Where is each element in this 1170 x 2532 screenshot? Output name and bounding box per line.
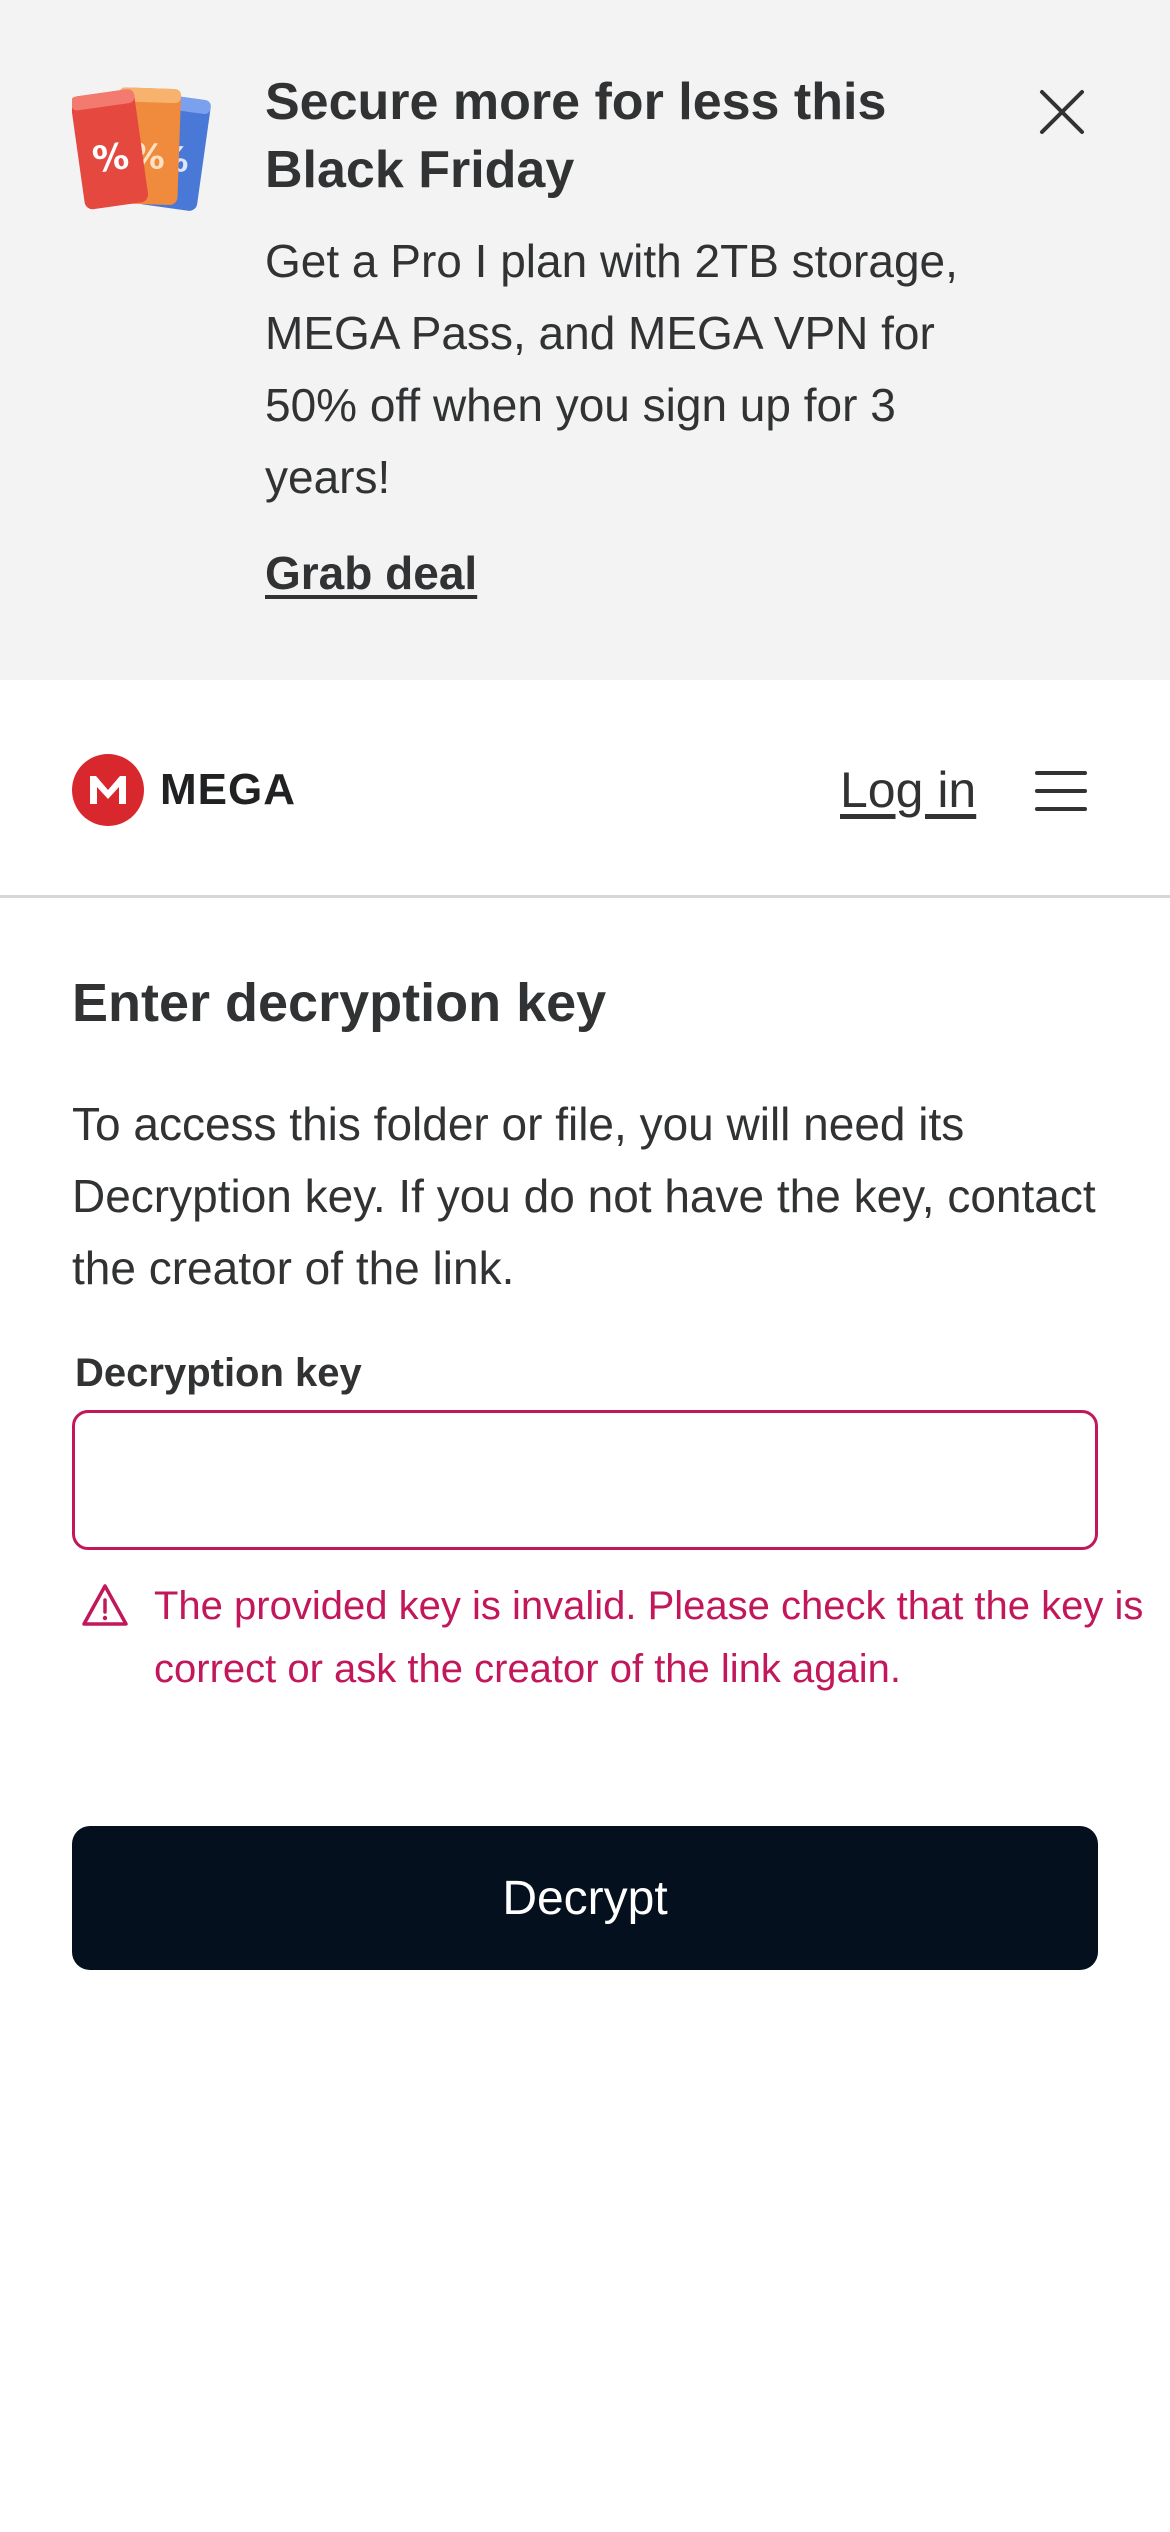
brand-name: MEGA — [160, 765, 296, 814]
decrypt-button[interactable]: Decrypt — [72, 1826, 1098, 1970]
menu-button[interactable] — [1030, 760, 1092, 822]
decryption-key-label: Decryption key — [75, 1351, 362, 1395]
warning-triangle-icon — [82, 1584, 128, 1626]
page-title: Enter decryption key — [72, 973, 607, 1033]
grab-deal-link[interactable]: Grab deal — [265, 540, 477, 606]
mega-logo-icon — [72, 754, 144, 826]
close-banner-button[interactable] — [1022, 72, 1102, 152]
discount-tickets-icon: % % % — [70, 78, 212, 218]
close-icon — [1040, 90, 1084, 134]
top-navigation-bar: MEGA Log in — [0, 680, 1170, 898]
svg-text:%: % — [90, 136, 131, 182]
hamburger-menu-icon — [1035, 771, 1087, 811]
promo-description: Get a Pro I plan with 2TB storage, MEGA … — [265, 235, 958, 503]
page-description: To access this folder or file, you will … — [72, 1098, 1096, 1294]
promo-banner: % % % Secure more for less this Black Fr… — [0, 0, 1170, 680]
login-link[interactable]: Log in — [840, 756, 976, 824]
mega-logo[interactable]: MEGA — [72, 752, 296, 828]
promo-title: Secure more for less this Black Friday — [265, 73, 887, 199]
error-text: The provided key is invalid. Please chec… — [154, 1584, 1144, 1691]
decryption-key-input[interactable] — [72, 1410, 1098, 1550]
